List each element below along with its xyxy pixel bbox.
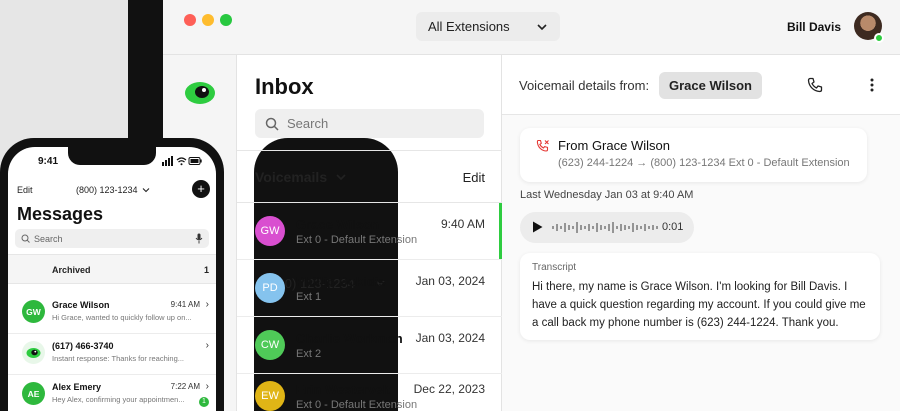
inbox-search-input[interactable]: Search — [255, 109, 484, 138]
audio-waveform[interactable] — [551, 220, 659, 235]
messages-title: Messages — [17, 204, 104, 224]
voicemail-date: Last Wednesday Jan 03 at 9:40 AM — [520, 189, 694, 201]
search-icon — [21, 234, 30, 243]
message-row[interactable]: AE Alex Emery Hey Alex, confirming your … — [8, 375, 216, 411]
voicemail-row[interactable]: PD Phillip Dokidis Ext 1 Jan 03, 2024 — [237, 260, 502, 317]
close-window-button[interactable] — [184, 14, 196, 26]
phone-edit-button[interactable]: Edit — [17, 185, 33, 195]
chevron-down-icon[interactable] — [334, 170, 348, 184]
status-bar-time: 9:41 — [38, 156, 59, 167]
transcript-label: Transcript — [532, 262, 577, 273]
details-from-label: Voicemail details from: — [519, 78, 650, 93]
extension-label: Ext 2 — [296, 348, 322, 360]
timestamp: Dec 22, 2023 — [413, 382, 485, 396]
contact-name: Phillip Dokidis — [296, 274, 386, 289]
phone-search-placeholder: Search — [34, 233, 63, 244]
voicemail-source-card: From Grace Wilson (623) 244-1224 → (800)… — [520, 128, 867, 182]
message-time: 7:22 AM — [170, 382, 200, 391]
message-sender: Alex Emery — [52, 382, 102, 392]
phone-search-input[interactable]: Search — [15, 229, 209, 248]
extension-label: Ext 0 - Default Extension — [296, 399, 418, 411]
app-logo-icon[interactable] — [183, 77, 217, 107]
archived-row[interactable]: Archived 1 — [8, 254, 216, 284]
contact-name: Charlie Workman — [296, 331, 403, 346]
message-preview: Hey Alex, confirming your appointmen... — [52, 395, 185, 404]
timestamp: 9:40 AM — [440, 217, 485, 231]
app-window: (800) 123-1234 All Extensions Bill Davis… — [163, 0, 900, 411]
compose-button[interactable]: + — [192, 180, 210, 198]
unread-badge: 1 — [199, 397, 209, 407]
voicemail-details-panel: Voicemail details from: Grace Wilson Fro… — [502, 55, 900, 411]
audio-duration: 0:01 — [662, 221, 684, 233]
microphone-icon[interactable] — [195, 233, 203, 244]
minimize-window-button[interactable] — [202, 14, 214, 26]
edit-button[interactable]: Edit — [463, 170, 485, 185]
message-row[interactable]: GW Grace Wilson Hi Grace, wanted to quic… — [8, 293, 216, 334]
voicemail-row[interactable]: GW Grace Wilson Ext 0 - Default Extensio… — [237, 203, 502, 260]
extension-select-value: All Extensions — [428, 19, 510, 34]
avatar: EW — [255, 381, 285, 411]
online-status-indicator — [874, 33, 884, 43]
phone-device: 9:41 Edit (800) 123-1234 + Messages Sear… — [0, 138, 224, 411]
transcript-text: Hi there, my name is Grace Wilson. I'm l… — [532, 281, 866, 329]
message-sender: (617) 466-3740 — [52, 341, 114, 351]
message-preview: Hi Grace, wanted to quickly follow up on… — [52, 313, 192, 322]
timestamp: Jan 03, 2024 — [415, 274, 485, 288]
maximize-window-button[interactable] — [220, 14, 232, 26]
message-sender: Grace Wilson — [52, 300, 110, 310]
chevron-down-icon — [537, 23, 547, 30]
details-header: Voicemail details from: Grace Wilson — [502, 55, 900, 115]
search-icon — [265, 117, 279, 131]
audio-player: 0:01 — [520, 212, 694, 243]
phone-notch — [68, 147, 156, 165]
message-time: 9:41 AM — [170, 300, 200, 309]
archived-label: Archived — [52, 265, 91, 275]
chevron-right-icon: › — [205, 340, 209, 351]
missed-call-icon — [536, 139, 549, 152]
call-route: (623) 244-1224 → (800) 123-1234 Ext 0 - … — [558, 157, 850, 169]
message-preview: Instant response: Thanks for reaching... — [52, 354, 185, 363]
search-placeholder: Search — [287, 116, 329, 131]
chevron-down-icon — [142, 188, 149, 193]
contact-name: Grace Wilson — [296, 217, 379, 232]
inbox-title: Inbox — [255, 74, 314, 99]
transcript-card: Transcript Hi there, my name is Grace Wi… — [520, 253, 880, 340]
contact-name: Erin Westervelt — [296, 382, 391, 397]
app-logo-icon — [22, 341, 45, 364]
phone-screen: 9:41 Edit (800) 123-1234 + Messages Sear… — [8, 147, 216, 411]
status-bar-icons — [162, 156, 202, 166]
archived-count: 1 — [203, 265, 209, 275]
title-bar: (800) 123-1234 All Extensions Bill Davis — [163, 0, 900, 411]
message-row[interactable]: (617) 466-3740 Instant response: Thanks … — [8, 334, 216, 375]
avatar: AE — [22, 382, 45, 405]
phone-call-icon[interactable] — [807, 77, 823, 93]
chevron-right-icon: › — [205, 381, 209, 392]
phone-number-select[interactable]: (800) 123-1234 — [76, 185, 150, 195]
voicemail-from-title: From Grace Wilson — [558, 138, 670, 153]
contact-chip[interactable]: Grace Wilson — [659, 72, 762, 99]
chevron-right-icon: › — [205, 299, 209, 310]
voicemail-row[interactable]: EW Erin Westervelt Ext 0 - Default Exten… — [237, 368, 502, 411]
avatar: PD — [255, 273, 285, 303]
voicemails-filter-label[interactable]: Voicemails — [255, 169, 327, 185]
avatar: GW — [22, 300, 45, 323]
user-name: Bill Davis — [786, 20, 841, 34]
play-icon[interactable] — [530, 220, 544, 234]
avatar: CW — [255, 330, 285, 360]
extension-select[interactable]: All Extensions — [416, 12, 560, 41]
voicemail-row[interactable]: CW Charlie Workman Ext 2 Jan 03, 2024 — [237, 317, 502, 374]
extension-label: Ext 0 - Default Extension — [296, 234, 418, 246]
phone-stand-bar — [128, 0, 163, 148]
avatar: GW — [255, 216, 285, 246]
phone-number-value: (800) 123-1234 — [76, 185, 138, 195]
voicemails-header: Voicemails Edit — [237, 150, 502, 203]
more-options-icon[interactable] — [864, 77, 880, 93]
inbox-panel: Inbox Search Voicemails Edit GW Grace Wi… — [237, 55, 502, 411]
timestamp: Jan 03, 2024 — [415, 331, 485, 345]
extension-label: Ext 1 — [296, 291, 322, 303]
